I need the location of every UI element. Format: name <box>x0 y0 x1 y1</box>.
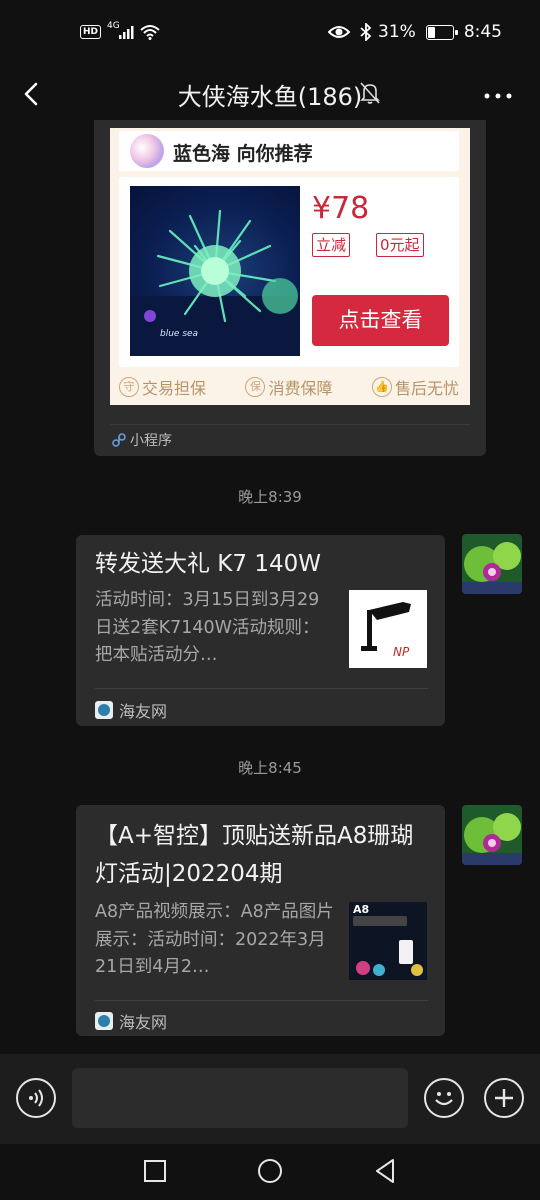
link-title: 【A+智控】顶贴送新品A8珊瑚灯活动|202204期 <box>95 823 414 887</box>
wifi-icon <box>140 25 160 40</box>
smiley-icon <box>435 1092 453 1106</box>
voice-icon <box>29 1089 43 1107</box>
product-price: ¥78 <box>312 191 370 226</box>
discount-tag: 立减 <box>312 233 351 257</box>
coral-product-image: blue sea <box>130 186 300 356</box>
guarantee-aftersale: 👍 售后无忧 <box>371 376 459 398</box>
thumbnail-label: A8 <box>353 903 370 916</box>
network-status: HD 4G <box>80 21 160 40</box>
recommender-row: 蓝色海 向你推荐 <box>119 131 459 171</box>
link-source: 海友网 <box>95 1009 167 1033</box>
product-thumbnail: A8 <box>349 902 427 980</box>
haiyou-logo-icon <box>95 1012 113 1030</box>
voice-button[interactable] <box>16 1078 56 1118</box>
recommender-avatar <box>130 134 164 168</box>
divider <box>110 424 470 425</box>
mini-program-source: 小程序 <box>112 430 172 450</box>
link-description: A8产品视频展示：A8产品图片展示：活动时间：2022年3月21日到4月2… <box>95 902 334 977</box>
link-source: 海友网 <box>95 698 167 722</box>
message-input[interactable] <box>72 1068 408 1128</box>
guarantee-label: 交易担保 <box>142 379 207 398</box>
mini-program-card[interactable]: 蓝色海 向你推荐 blue sea ¥78 立减 0元起 点击查看 守 交易担保… <box>94 120 486 456</box>
system-status: 31% 8:45 <box>328 22 502 42</box>
link-card[interactable]: 转发送大礼 K7 140W 活动时间：3月15日到3月29日送2套K7140W活… <box>76 535 445 726</box>
chat-title: 大侠海水鱼(186) <box>177 83 363 111</box>
hd-icon: HD <box>80 25 102 39</box>
divider <box>95 1000 428 1001</box>
divider <box>95 688 428 689</box>
protect-icon: 保 <box>245 377 266 397</box>
mini-program-preview: 蓝色海 向你推荐 blue sea ¥78 立减 0元起 点击查看 守 交易担保… <box>110 128 470 405</box>
haiyou-logo-icon <box>95 701 113 719</box>
home-icon[interactable] <box>257 1158 283 1184</box>
view-button[interactable]: 点击查看 <box>312 295 449 346</box>
source-label: 海友网 <box>119 1013 168 1032</box>
bluetooth-icon <box>360 23 372 41</box>
source-label: 海友网 <box>119 702 168 721</box>
mini-program-label: 小程序 <box>130 433 172 449</box>
mini-program-icon <box>112 433 126 447</box>
link-card[interactable]: 【A+智控】顶贴送新品A8珊瑚灯活动|202204期 A8产品视频展示：A8产品… <box>76 805 445 1036</box>
lamp-thumbnail: NP <box>349 590 427 668</box>
network-type: 4G <box>107 21 120 31</box>
sender-avatar[interactable] <box>462 805 522 865</box>
more-options-icon[interactable] <box>480 78 516 108</box>
timestamp: 晚上8:45 <box>238 759 302 777</box>
clock: 8:45 <box>463 22 502 42</box>
eye-icon <box>328 26 351 38</box>
back-triangle-icon[interactable] <box>373 1158 397 1184</box>
status-bar: HD 4G 31% 8:45 <box>0 0 540 66</box>
more-functions-button[interactable] <box>484 1078 524 1118</box>
thumbs-up-icon: 👍 <box>371 377 392 397</box>
shield-icon: 守 <box>119 377 139 397</box>
svg-text:NP: NP <box>393 645 410 659</box>
guarantee-label: 售后无忧 <box>394 379 459 398</box>
link-title: 转发送大礼 K7 140W <box>95 551 321 577</box>
guarantee-trade: 守 交易担保 <box>119 376 206 398</box>
chat-header: 大侠海水鱼(186) <box>0 66 540 120</box>
recommend-text: 蓝色海 向你推荐 <box>173 143 313 165</box>
battery-percent: 31% <box>378 22 416 42</box>
emoji-button[interactable] <box>424 1078 464 1118</box>
more-dots-icon <box>484 93 512 99</box>
start-price-tag: 0元起 <box>376 233 424 257</box>
link-description: 活动时间：3月15日到3月29日送2套K7140W活动规则：把本贴活动分… <box>95 590 320 665</box>
image-watermark: blue sea <box>160 329 198 339</box>
input-bar <box>0 1054 540 1144</box>
guarantee-consumer: 保 消费保障 <box>245 376 333 398</box>
signal-icon <box>118 26 134 39</box>
guarantee-row: 守 交易担保 保 消费保障 👍 售后无忧 <box>119 376 459 398</box>
product-box: blue sea ¥78 立减 0元起 点击查看 <box>119 177 459 367</box>
plus-icon <box>495 1089 513 1107</box>
sender-avatar[interactable] <box>462 534 522 594</box>
battery-icon <box>425 24 458 40</box>
timestamp: 晚上8:39 <box>238 488 302 506</box>
guarantee-label: 消费保障 <box>268 379 333 398</box>
mute-bell-icon <box>360 82 380 104</box>
back-arrow-icon[interactable] <box>14 76 50 112</box>
system-nav-bar <box>0 1144 540 1200</box>
recent-apps-icon[interactable] <box>143 1159 167 1183</box>
